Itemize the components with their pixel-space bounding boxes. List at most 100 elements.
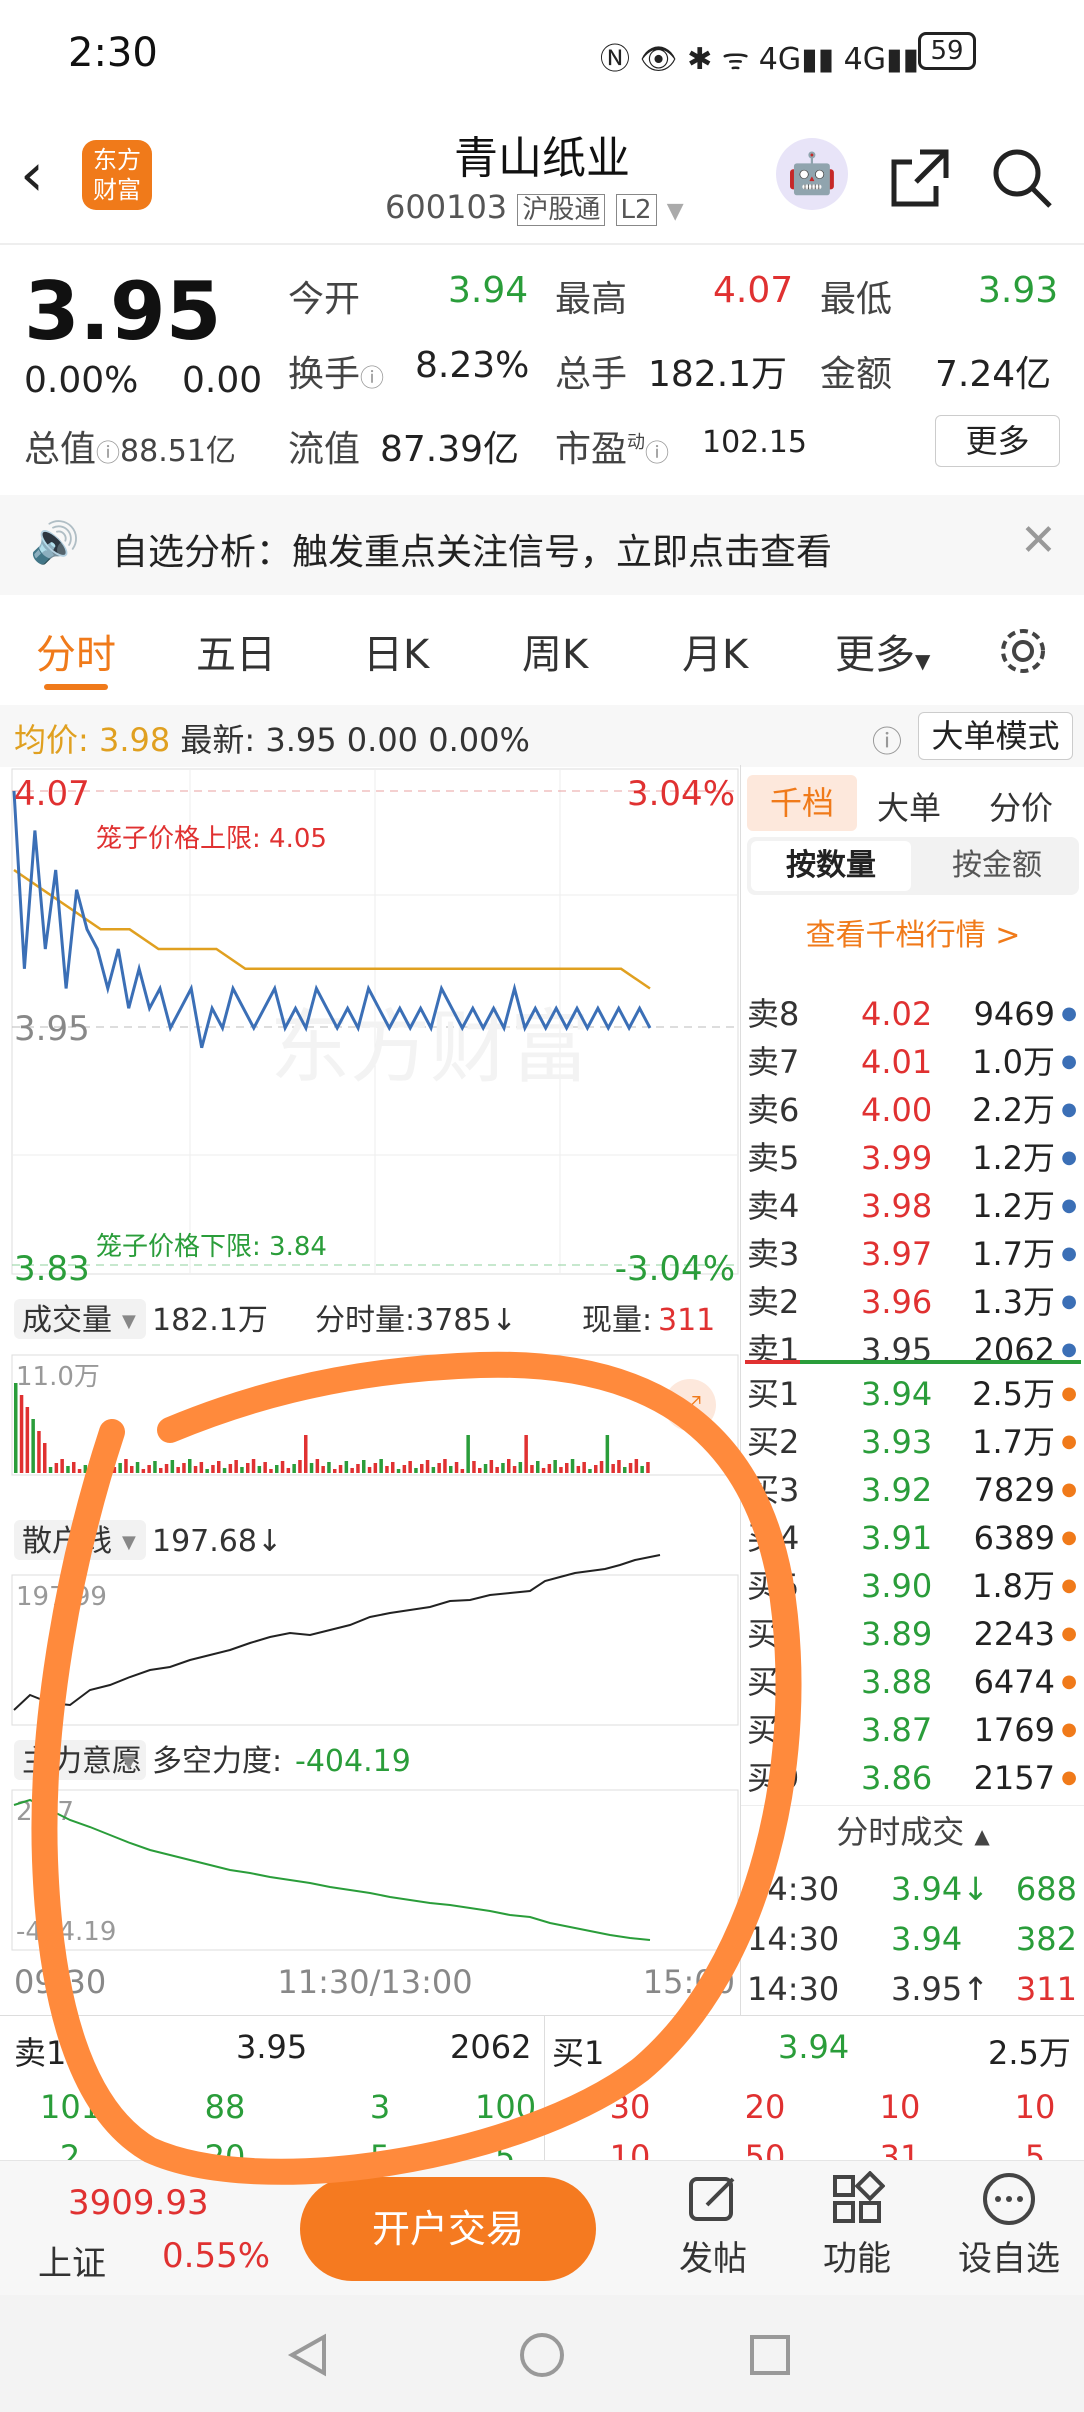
post-label: 发帖 <box>679 2239 747 2279</box>
intraday-chart[interactable]: 东方财富 4.07 3.04% 笼子价格上限: 4.05 3.95 笼子价格下限… <box>0 765 740 2015</box>
order-level-row[interactable]: 卖5 3.99 1.2万 ● <box>741 1134 1084 1182</box>
tab-intraday[interactable]: 分时 <box>36 622 116 680</box>
level-label: 卖8 <box>747 995 800 1033</box>
volume-bar <box>43 1443 47 1473</box>
volume-bar <box>205 1469 209 1473</box>
info-icon[interactable]: ⓘ <box>645 439 669 467</box>
expand-arrows-icon[interactable]: ⤢ <box>679 1389 701 1422</box>
close-icon[interactable]: ✕ <box>1020 515 1057 566</box>
retail-line-label[interactable]: 散户线 <box>22 1524 112 1559</box>
dropdown-icon[interactable]: ▼ <box>122 1311 136 1332</box>
level-label: 买6 <box>747 1615 800 1653</box>
bottom-toolbar: 3909.93 上证 0.55% 开户交易 发帖 功能 设自选 <box>0 2160 1084 2295</box>
level-price: 3.90 <box>861 1567 933 1605</box>
order-level-row[interactable]: 买8 3.87 1769 ● <box>741 1706 1084 1754</box>
volume-indicator-label[interactable]: 成交量 <box>22 1303 112 1338</box>
volume-bar <box>309 1463 314 1473</box>
level-price: 4.02 <box>861 995 933 1033</box>
ai-robot-icon[interactable]: 🤖 <box>776 138 848 210</box>
tab-thousand-level[interactable]: 千档 <box>747 775 857 831</box>
volume-bar <box>130 1466 134 1473</box>
level-label: 卖2 <box>747 1283 800 1321</box>
tab-daily[interactable]: 日K <box>363 622 429 680</box>
add-watchlist-button[interactable]: 设自选 <box>954 2171 1064 2280</box>
level-dot-icon: ● <box>1061 1051 1077 1072</box>
function-button[interactable]: 功能 <box>812 2170 902 2280</box>
order-level-row[interactable]: 卖3 3.97 1.7万 ● <box>741 1230 1084 1278</box>
level-label: 卖3 <box>747 1235 800 1273</box>
add-watchlist-label: 设自选 <box>958 2239 1060 2279</box>
open-account-trade-button[interactable]: 开户交易 <box>300 2177 596 2281</box>
tab-big-order[interactable]: 大单 <box>877 783 941 829</box>
order-level-row[interactable]: 卖4 3.98 1.2万 ● <box>741 1182 1084 1230</box>
level-volume: 1.8万 <box>972 1567 1055 1605</box>
volume-bar <box>420 1464 424 1473</box>
notice-bar[interactable]: 🔊 自选分析：触发重点关注信号，立即点击查看 ✕ <box>0 495 1084 595</box>
tab-more[interactable]: 更多▼ <box>835 622 930 680</box>
apps-grid-icon <box>833 2170 886 2223</box>
volume-bar <box>362 1460 366 1473</box>
tab-5day[interactable]: 五日 <box>196 622 276 680</box>
nav-back-icon[interactable] <box>286 2333 330 2377</box>
search-icon[interactable] <box>990 146 1054 210</box>
volume-bar <box>77 1469 82 1473</box>
big-order-mode-button[interactable]: 大单模式 <box>918 712 1073 760</box>
turnover-label: 换手ⓘ <box>288 345 384 397</box>
nav-home-icon[interactable] <box>518 2331 566 2379</box>
order-level-row[interactable]: 卖6 4.00 2.2万 ● <box>741 1086 1084 1134</box>
volume-bar <box>66 1466 70 1473</box>
order-level-row[interactable]: 买1 3.94 2.5万 ● <box>741 1370 1084 1418</box>
info-icon[interactable]: ⓘ <box>96 439 120 467</box>
order-level-row[interactable]: 买3 3.92 7829 ● <box>741 1466 1084 1514</box>
trade-price: 3.94 <box>891 1920 963 1958</box>
nav-recent-icon[interactable] <box>748 2333 792 2377</box>
volume-bar <box>350 1468 354 1473</box>
help-icon[interactable]: ⓘ <box>872 717 902 761</box>
trades-title[interactable]: 分时成交 ▲ <box>741 1805 1084 1857</box>
volume-bar <box>344 1461 349 1473</box>
order-level-row[interactable]: 买9 3.86 2157 ● <box>741 1754 1084 1802</box>
order-level-row[interactable]: 买6 3.89 2243 ● <box>741 1610 1084 1658</box>
float-value: 87.39亿 <box>380 429 520 470</box>
share-icon[interactable] <box>888 146 952 210</box>
sell1-volume: 2062 <box>450 2028 532 2066</box>
index-value[interactable]: 3909.93 <box>68 2183 209 2223</box>
order-level-row[interactable]: 卖1 3.95 2062 ● <box>741 1326 1084 1374</box>
volume-bar <box>199 1462 204 1473</box>
view-depth-link[interactable]: 查看千档行情 > <box>741 910 1084 954</box>
stock-header: ‹ 东方 财富 青山纸业 600103 沪股通 L2 ▼ 🤖 <box>0 110 1084 245</box>
order-level-row[interactable]: 卖2 3.96 1.3万 ● <box>741 1278 1084 1326</box>
level-dot-icon: ● <box>1061 1003 1077 1024</box>
avg-value: 3.98 <box>98 721 171 759</box>
settings-gear-icon[interactable] <box>996 624 1050 678</box>
order-level-row[interactable]: 买5 3.90 1.8万 ● <box>741 1562 1084 1610</box>
order-level-row[interactable]: 卖7 4.01 1.0万 ● <box>741 1038 1084 1086</box>
tab-weekly[interactable]: 周K <box>522 622 588 680</box>
index-name[interactable]: 上证 <box>38 2236 106 2285</box>
order-level-row[interactable]: 买4 3.91 6389 ● <box>741 1514 1084 1562</box>
volume-bar <box>483 1464 488 1473</box>
dropdown-icon[interactable]: ▼ <box>667 199 684 224</box>
post-button[interactable]: 发帖 <box>668 2171 758 2280</box>
tab-more-label: 更多 <box>835 632 915 678</box>
more-button[interactable]: 更多 <box>935 415 1060 467</box>
volume-bar <box>246 1463 250 1473</box>
dropdown-icon[interactable]: ▼ <box>122 1752 136 1773</box>
index-pct[interactable]: 0.55% <box>162 2236 270 2276</box>
tick-volume-cell: 100 <box>475 2088 537 2126</box>
dropdown-icon[interactable]: ▼ <box>122 1532 136 1553</box>
volume-bar <box>222 1468 227 1473</box>
by-amount-button[interactable]: 按金额 <box>917 841 1077 891</box>
bottom-price-label: 3.83 <box>14 1249 90 1289</box>
by-quantity-button[interactable]: 按数量 <box>751 841 911 891</box>
order-level-row[interactable]: 买2 3.93 1.7万 ● <box>741 1418 1084 1466</box>
buy1-price: 3.94 <box>778 2028 850 2066</box>
tab-monthly[interactable]: 月K <box>682 622 748 680</box>
order-level-row[interactable]: 卖8 4.02 9469 ● <box>741 990 1084 1038</box>
stock-code: 600103 <box>385 188 508 226</box>
caret-icon: ▼ <box>915 649 931 673</box>
info-icon[interactable]: ⓘ <box>360 364 384 392</box>
order-level-row[interactable]: 买7 3.88 6474 ● <box>741 1658 1084 1706</box>
tab-price-split[interactable]: 分价 <box>989 783 1053 829</box>
volume-bar <box>518 1462 523 1473</box>
